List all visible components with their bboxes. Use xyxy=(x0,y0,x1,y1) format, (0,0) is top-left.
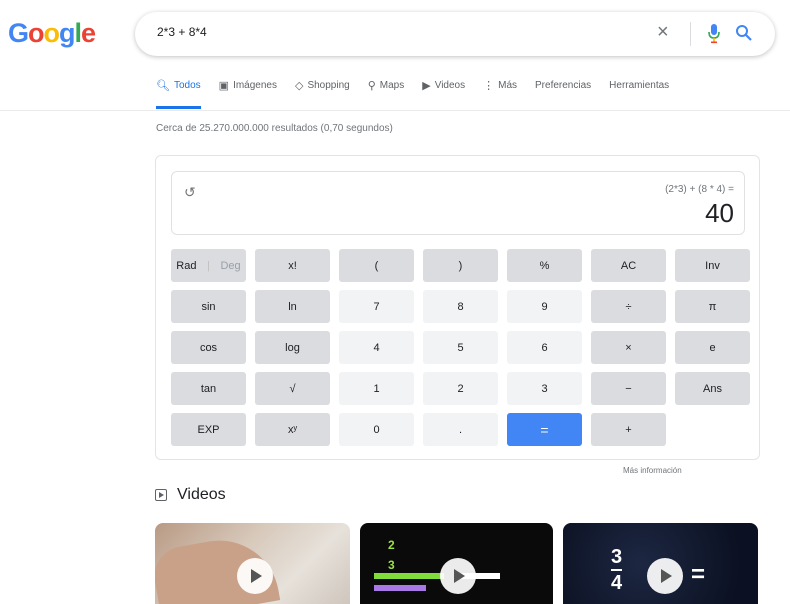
play-icon[interactable] xyxy=(440,558,476,594)
pi-key[interactable]: π xyxy=(675,290,750,323)
exp-key[interactable]: EXP xyxy=(171,413,246,446)
video-icon xyxy=(155,489,167,501)
search-icon: 🔍︎ xyxy=(156,80,170,92)
fraction-denominator: 4 xyxy=(611,572,623,594)
calculator-result: 40 xyxy=(705,198,734,228)
google-logo[interactable]: Google xyxy=(8,18,96,49)
result-stats: Cerca de 25.270.000.000 resultados (0,70… xyxy=(156,123,393,134)
play-icon[interactable] xyxy=(237,558,273,594)
cos-key[interactable]: cos xyxy=(171,331,246,364)
tab-shopping[interactable]: ◇ Shopping xyxy=(295,79,350,109)
digit-6-key[interactable]: 6 xyxy=(507,331,582,364)
rad-deg-toggle[interactable]: Rad | Deg xyxy=(171,249,246,282)
deg-key[interactable]: Deg xyxy=(220,260,240,272)
clear-icon[interactable]: × xyxy=(657,21,669,44)
tab-herramientas[interactable]: Herramientas xyxy=(609,79,669,109)
equals-graphic: = xyxy=(691,561,706,588)
fraction-graphic: 3 4 xyxy=(611,546,623,594)
inv-key[interactable]: Inv xyxy=(675,249,750,282)
sin-key[interactable]: sin xyxy=(171,290,246,323)
video-thumbnail[interactable] xyxy=(155,523,350,604)
more-info-link[interactable]: Más información xyxy=(623,466,682,475)
videos-heading: Videos xyxy=(155,486,226,504)
calculator-widget: ↺ (2*3) + (8 * 4) = 40 Rad | Deg x! ( ) … xyxy=(155,155,760,460)
search-divider xyxy=(690,22,691,46)
videos-heading-label: Videos xyxy=(177,486,226,503)
microphone-icon[interactable] xyxy=(707,24,721,49)
factorial-key[interactable]: x! xyxy=(255,249,330,282)
divide-key[interactable]: ÷ xyxy=(591,290,666,323)
calculator-display: ↺ (2*3) + (8 * 4) = 40 xyxy=(171,171,745,235)
tab-imagenes[interactable]: ▣ Imágenes xyxy=(219,79,277,109)
digit-5-key[interactable]: 5 xyxy=(423,331,498,364)
play-icon[interactable] xyxy=(647,558,683,594)
equals-key[interactable]: = xyxy=(507,413,582,446)
fraction-numerator: 2 xyxy=(388,538,395,552)
video-thumbnail[interactable]: 3 4 = xyxy=(563,523,758,604)
percent-key[interactable]: % xyxy=(507,249,582,282)
sqrt-key[interactable]: √ xyxy=(255,372,330,405)
digit-8-key[interactable]: 8 xyxy=(423,290,498,323)
digit-9-key[interactable]: 9 xyxy=(507,290,582,323)
tab-label: Preferencias xyxy=(535,80,592,91)
tab-label: Todos xyxy=(173,80,201,91)
tab-label: Imágenes xyxy=(233,80,277,91)
fraction-bar xyxy=(374,573,444,579)
plus-key[interactable]: + xyxy=(591,413,666,446)
ln-key[interactable]: ln xyxy=(255,290,330,323)
rad-deg-separator: | xyxy=(207,259,210,272)
search-icon[interactable] xyxy=(735,24,753,47)
image-icon: ▣ xyxy=(218,80,230,92)
history-icon[interactable]: ↺ xyxy=(184,184,196,201)
search-input[interactable] xyxy=(155,24,639,40)
multiply-key[interactable]: × xyxy=(591,331,666,364)
tab-mas[interactable]: ⋮ Más xyxy=(483,79,517,109)
search-box: × xyxy=(135,12,775,56)
fraction-denominator: 3 xyxy=(388,558,395,572)
tab-label: Shopping xyxy=(307,80,350,91)
map-pin-icon: ⚲ xyxy=(367,80,376,92)
digit-7-key[interactable]: 7 xyxy=(339,290,414,323)
video-icon: ▶ xyxy=(422,80,431,92)
tag-icon: ◇ xyxy=(294,80,304,92)
log-key[interactable]: log xyxy=(255,331,330,364)
tabs-divider xyxy=(0,110,790,111)
calculator-expression: (2*3) + (8 * 4) = xyxy=(665,184,734,195)
digit-4-key[interactable]: 4 xyxy=(339,331,414,364)
fraction-numerator: 3 xyxy=(611,546,623,568)
ans-key[interactable]: Ans xyxy=(675,372,750,405)
digit-3-key[interactable]: 3 xyxy=(507,372,582,405)
search-tabs: 🔍︎ Todos ▣ Imágenes ◇ Shopping ⚲ Maps ▶ … xyxy=(156,79,687,109)
clear-all-key[interactable]: AC xyxy=(591,249,666,282)
decimal-key[interactable]: . xyxy=(423,413,498,446)
tab-preferencias[interactable]: Preferencias xyxy=(535,79,591,109)
close-paren-key[interactable]: ) xyxy=(423,249,498,282)
tab-label: Videos xyxy=(434,80,466,91)
more-icon: ⋮ xyxy=(483,80,495,92)
tab-videos[interactable]: ▶ Videos xyxy=(422,79,465,109)
tan-key[interactable]: tan xyxy=(171,372,246,405)
e-key[interactable]: e xyxy=(675,331,750,364)
digit-2-key[interactable]: 2 xyxy=(423,372,498,405)
digit-0-key[interactable]: 0 xyxy=(339,413,414,446)
tab-label: Maps xyxy=(379,80,405,91)
power-key[interactable]: xʸ xyxy=(255,413,330,446)
open-paren-key[interactable]: ( xyxy=(339,249,414,282)
tab-maps[interactable]: ⚲ Maps xyxy=(368,79,405,109)
calculator-keypad: Rad | Deg x! ( ) % AC Inv sin ln 7 8 9 ÷… xyxy=(171,249,750,446)
minus-key[interactable]: − xyxy=(591,372,666,405)
video-thumbnail[interactable]: 2 3 xyxy=(360,523,553,604)
tab-label: Herramientas xyxy=(609,80,670,91)
digit-1-key[interactable]: 1 xyxy=(339,372,414,405)
fraction-bar xyxy=(374,585,426,591)
tab-todos[interactable]: 🔍︎ Todos xyxy=(156,79,201,109)
tab-label: Más xyxy=(498,80,518,91)
fraction-graphic: 2 3 xyxy=(388,535,395,575)
rad-key[interactable]: Rad xyxy=(176,260,196,272)
